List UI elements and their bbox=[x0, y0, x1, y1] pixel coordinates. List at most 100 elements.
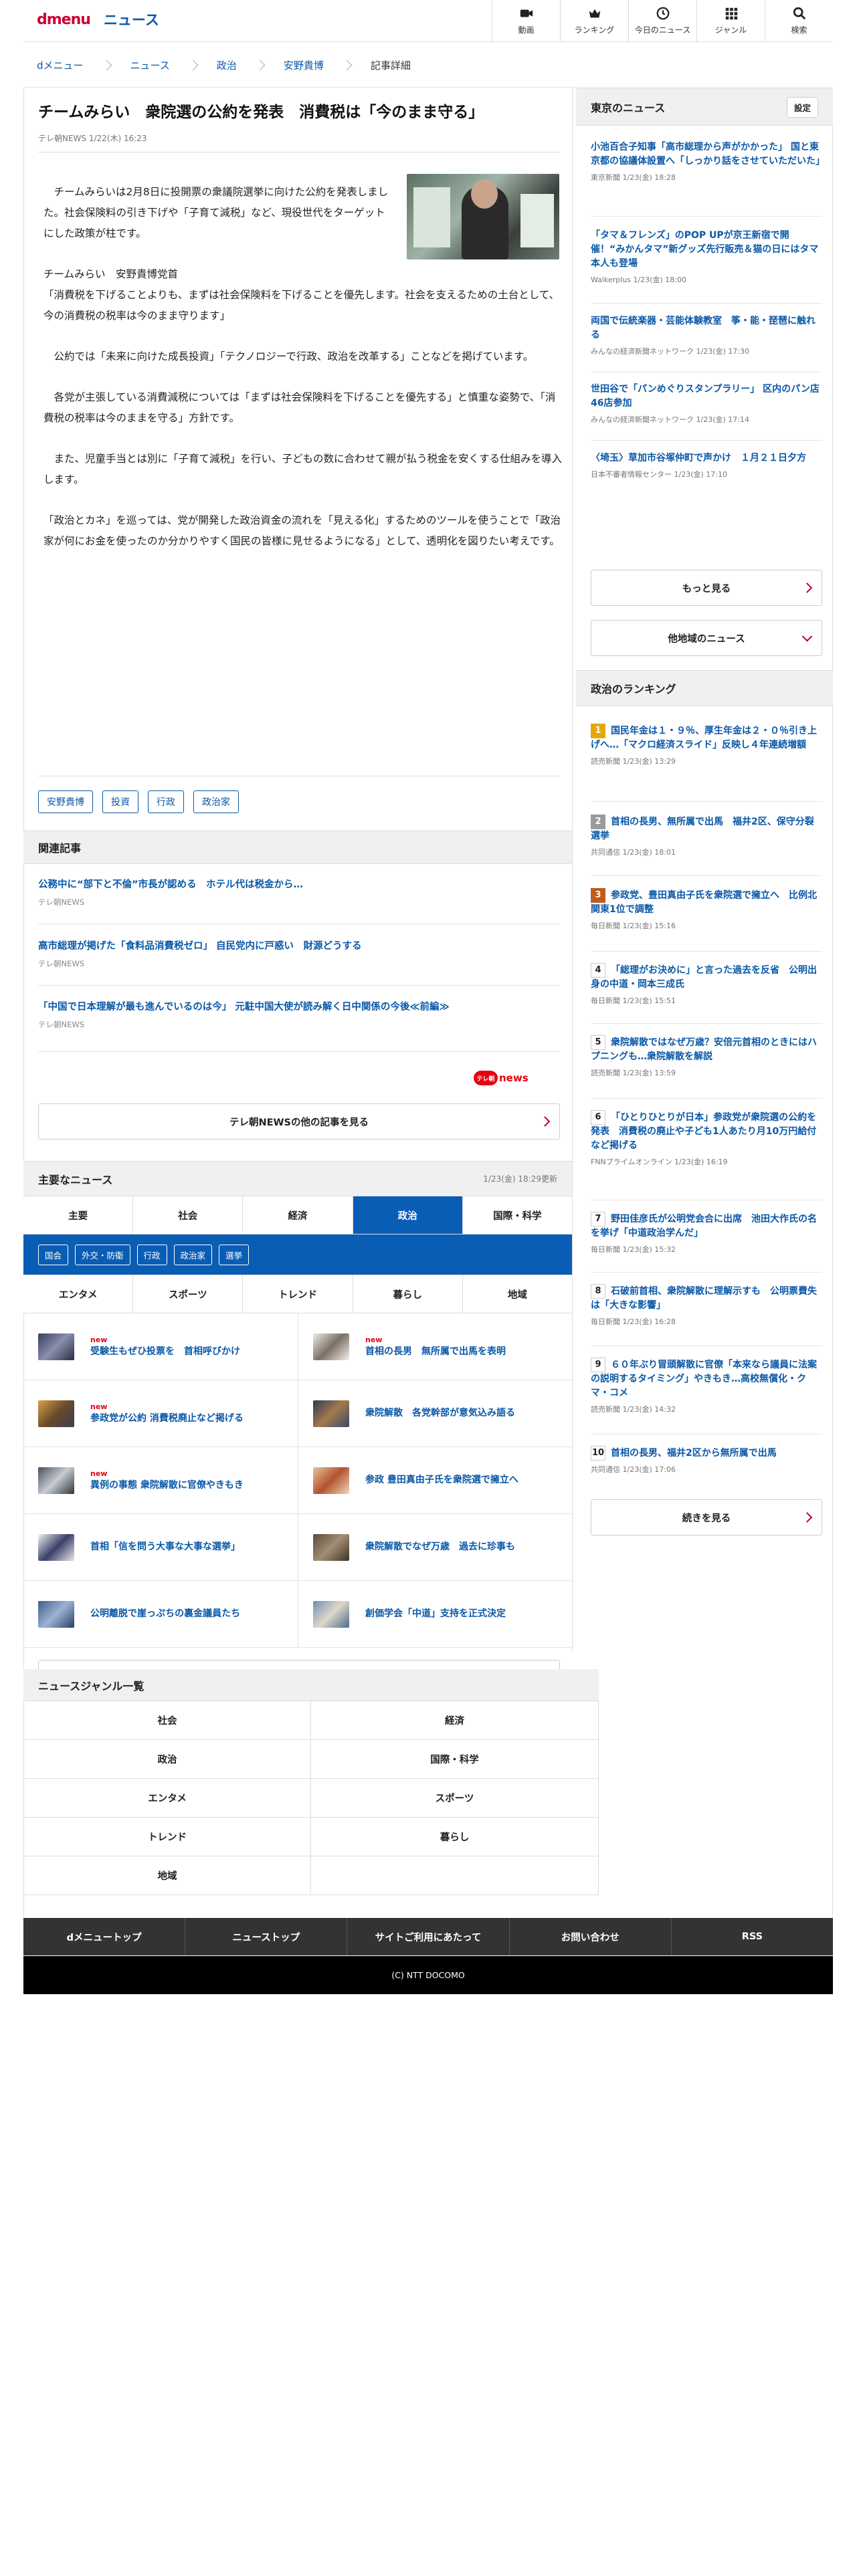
news-item[interactable]: new 異例の事態 衆院解散に官僚やきもき bbox=[23, 1447, 298, 1514]
genre-politics[interactable]: 政治 bbox=[23, 1740, 311, 1779]
genre-international[interactable]: 国際・科学 bbox=[311, 1740, 599, 1779]
news-source: 日本不審者情報センター 1/23(金) 17:10 bbox=[591, 470, 727, 479]
breadcrumb-tag[interactable]: 安野貴博 bbox=[284, 58, 324, 72]
subtab-diplomacy[interactable]: 外交・防衛 bbox=[75, 1244, 130, 1265]
tab-sports[interactable]: スポーツ bbox=[133, 1275, 244, 1313]
news-source: 毎日新聞 1/23(金) 16:28 bbox=[591, 1317, 676, 1326]
ranking-item[interactable]: 2 首相の長男、無所属で出馬 福井2区、保守分裂選挙 共同通信 1/23(金) 1… bbox=[591, 815, 822, 857]
news-item[interactable]: 公明離脱で崖っぷちの裏金議員たち bbox=[23, 1581, 298, 1648]
breadcrumb-news[interactable]: ニュース bbox=[130, 58, 170, 72]
genre-local[interactable]: 地域 bbox=[23, 1856, 311, 1895]
news-item[interactable]: 首相「信を問う大事な大事な選挙」 bbox=[23, 1514, 298, 1581]
tag[interactable]: 投資 bbox=[102, 790, 138, 813]
news-item[interactable]: new 首相の長男 無所属で出馬を表明 bbox=[298, 1313, 572, 1380]
ranking-item[interactable]: 4 「総理がお決めに」と言った過去を反省 公明出身の中道・岡本三成氏 毎日新聞 1… bbox=[591, 963, 822, 1006]
divider bbox=[591, 216, 822, 217]
footer-dmenu-top[interactable]: dメニュートップ bbox=[23, 1918, 186, 1955]
news-source: 読売新聞 1/23(金) 13:29 bbox=[591, 757, 676, 766]
genre-life[interactable]: 暮らし bbox=[311, 1818, 599, 1856]
news-title: 衆院解散 各党幹部が意気込み語る bbox=[365, 1408, 515, 1419]
footer-terms[interactable]: サイトご利用にあたって bbox=[347, 1918, 510, 1955]
tab-society[interactable]: 社会 bbox=[133, 1196, 244, 1234]
subtab-politicians[interactable]: 政治家 bbox=[173, 1244, 213, 1265]
news-item[interactable]: 創価学会「中道」支持を正式決定 bbox=[298, 1581, 572, 1648]
tab-entertainment[interactable]: エンタメ bbox=[23, 1275, 134, 1313]
nav-genre[interactable]: ジャンル bbox=[696, 0, 765, 41]
news-source: 毎日新聞 1/23(金) 15:32 bbox=[591, 1245, 676, 1254]
news-item[interactable]: new 参政党が公約 消費税廃止など掲げる bbox=[23, 1380, 298, 1447]
tab-trend[interactable]: トレンド bbox=[243, 1275, 353, 1313]
rank-badge: 2 bbox=[591, 815, 605, 829]
news-item[interactable]: 参政 豊田真由子氏を衆院選で擁立へ bbox=[298, 1447, 572, 1514]
related-item[interactable]: 公務中に“部下と不倫”市長が認める ホテル代は税金から… テレ朝NEWS bbox=[38, 878, 560, 907]
subtab-administration[interactable]: 行政 bbox=[136, 1244, 167, 1265]
divider bbox=[591, 1098, 822, 1099]
genre-economy[interactable]: 経済 bbox=[311, 1701, 599, 1740]
news-logo[interactable]: ニュース bbox=[104, 9, 159, 29]
article-paragraph: チームみらい 安野貴博党首 「消費税を下げることよりも、まずは社会保険料を下げる… bbox=[43, 268, 559, 322]
genre-sports[interactable]: スポーツ bbox=[311, 1779, 599, 1818]
nav-search[interactable]: 検索 bbox=[765, 0, 833, 41]
search-icon bbox=[793, 7, 805, 20]
tab-economy[interactable]: 経済 bbox=[243, 1196, 353, 1234]
dmenu-logo[interactable]: dmenu bbox=[37, 11, 91, 28]
tab-politics[interactable]: 政治 bbox=[353, 1196, 463, 1234]
news-item[interactable]: 衆院解散でなぜ万歳 過去に珍事も bbox=[298, 1514, 572, 1581]
genre-trend[interactable]: トレンド bbox=[23, 1818, 311, 1856]
tokyo-news-item[interactable]: 両国で伝統楽器・芸能体験教室 筝・能・琵琶に触れる みんなの経済新聞ネットワーク… bbox=[591, 314, 822, 356]
ranking-item[interactable]: 9 ６０年ぶり冒頭解散に官僚「本来なら議員に法案の説明するタイミング」やきもき…高… bbox=[591, 1358, 822, 1414]
tokyo-more-button[interactable]: もっと見る bbox=[591, 570, 822, 606]
subtab-diet[interactable]: 国会 bbox=[38, 1244, 69, 1265]
ranking-more-button[interactable]: 続きを見る bbox=[591, 1499, 822, 1535]
tag[interactable]: 安野貴博 bbox=[38, 790, 93, 813]
nav-video[interactable]: 動画 bbox=[492, 0, 560, 41]
rank-badge: 10 bbox=[591, 1446, 605, 1461]
ranking-item[interactable]: 8 石破前首相、衆院解散に理解示すも 公明票費失は「大きな影響」 毎日新聞 1/2… bbox=[591, 1284, 822, 1327]
ranking-item[interactable]: 6 「ひとりひとりが日本」参政党が衆院選の公約を発表 消費税の廃止や子ども1人あた… bbox=[591, 1110, 822, 1167]
footer-contact[interactable]: お問い合わせ bbox=[510, 1918, 672, 1955]
related-item[interactable]: 「中国で日本理解が最も進んでいるのは今」 元駐中国大使が読み解く日中関係の今後≪… bbox=[38, 1000, 560, 1030]
ranking-item[interactable]: 1 国民年金は１・９％、厚生年金は２・０％引き上げへ…「マクロ経済スライド」反映し… bbox=[591, 724, 822, 766]
tokyo-news-item[interactable]: 「タマ＆フレンズ」のPOP UPが京王新宿で開催！“みかんタマ”新グッズ先行販売… bbox=[591, 229, 822, 285]
ranking-item[interactable]: 10 首相の長男、福井2区から無所属で出馬 共同通信 1/23(金) 17:06 bbox=[591, 1446, 822, 1475]
divider bbox=[591, 303, 822, 304]
tab-international[interactable]: 国際・科学 bbox=[462, 1196, 573, 1234]
genre-empty bbox=[311, 1856, 599, 1895]
tokyo-news-item[interactable]: 小池百合子知事「高市総理から声がかかった」 国と東京都の協議体設置へ「しっかり話… bbox=[591, 140, 825, 183]
related-title: 「中国で日本理解が最も進んでいるのは今」 元駐中国大使が読み解く日中関係の今後≪… bbox=[38, 1002, 450, 1012]
tag[interactable]: 行政 bbox=[148, 790, 184, 813]
site-header: dmenu ニュース 動画 ランキング 今日のニュース ジャンル 検索 bbox=[23, 0, 833, 42]
subtab-election[interactable]: 選挙 bbox=[219, 1244, 250, 1265]
genre-society[interactable]: 社会 bbox=[23, 1701, 311, 1740]
logo[interactable]: dmenu ニュース bbox=[37, 9, 159, 29]
news-item[interactable]: 衆院解散 各党幹部が意気込み語る bbox=[298, 1380, 572, 1447]
breadcrumb: dメニュー ニュース 政治 安野貴博 記事詳細 bbox=[23, 43, 833, 88]
ranking-item[interactable]: 5 衆院解散ではなぜ万歳？安倍元首相のときにはハプニングも…衆院解散を解説 読売新… bbox=[591, 1035, 822, 1078]
ranking-title-text: 国民年金は１・９％、厚生年金は２・０％引き上げへ…「マクロ経済スライド」反映し４… bbox=[591, 726, 817, 750]
related-item[interactable]: 高市総理が掲げた「食料品消費税ゼロ」 自民党内に戸惑い 財源どうする テレ朝NE… bbox=[38, 940, 560, 969]
article-body: チームみらいは2月8日に投開票の衆議院選挙に向けた公約を発表しました。社会保険料… bbox=[43, 182, 562, 572]
ranking-title-text: 野田佳彦氏が公明党会合に出席 池田大作氏の名を挙げ「中道政治学んだ」 bbox=[591, 1214, 817, 1239]
nav-today[interactable]: 今日のニュース bbox=[628, 0, 696, 41]
footer-news-top[interactable]: ニューストップ bbox=[185, 1918, 348, 1955]
tokyo-news-item[interactable]: 〈埼玉〉草加市谷塚仲町で声かけ １月２１日夕方 日本不審者情報センター 1/23… bbox=[591, 451, 822, 479]
ranking-item[interactable]: 7 野田佳彦氏が公明党会合に出席 池田大作氏の名を挙げ「中道政治学んだ」 毎日新聞… bbox=[591, 1212, 822, 1255]
settings-button[interactable]: 設定 bbox=[786, 96, 818, 118]
related-title: 高市総理が掲げた「食料品消費税ゼロ」 自民党内に戸惑い 財源どうする bbox=[38, 941, 362, 952]
news-item[interactable]: new 受験生もぜひ投票を 首相呼びかけ bbox=[23, 1313, 298, 1380]
tab-life[interactable]: 暮らし bbox=[353, 1275, 463, 1313]
tokyo-news-item[interactable]: 世田谷で「パンめぐりスタンプラリー」 区内のパン店46店参加 みんなの経済新聞ネ… bbox=[591, 383, 822, 425]
genre-entertainment[interactable]: エンタメ bbox=[23, 1779, 311, 1818]
tab-main[interactable]: 主要 bbox=[23, 1196, 134, 1234]
nav-ranking[interactable]: ランキング bbox=[560, 0, 628, 41]
ranking-item[interactable]: 3 参政党、豊田真由子氏を衆院選で擁立へ 比例北関東1位で調整 毎日新聞 1/23… bbox=[591, 888, 822, 931]
breadcrumb-dmenu[interactable]: dメニュー bbox=[37, 58, 84, 72]
footer-rss[interactable]: RSS bbox=[672, 1918, 833, 1955]
divider bbox=[591, 1023, 822, 1024]
more-tvasahi-button[interactable]: テレ朝NEWSの他の記事を見る bbox=[38, 1103, 560, 1140]
ranking-title-text: 石破前首相、衆院解散に理解示すも 公明票費失は「大きな影響」 bbox=[591, 1286, 817, 1311]
breadcrumb-politics[interactable]: 政治 bbox=[217, 58, 237, 72]
other-region-button[interactable]: 他地域のニュース bbox=[591, 620, 822, 656]
tab-local[interactable]: 地域 bbox=[462, 1275, 573, 1313]
tag[interactable]: 政治家 bbox=[193, 790, 239, 813]
